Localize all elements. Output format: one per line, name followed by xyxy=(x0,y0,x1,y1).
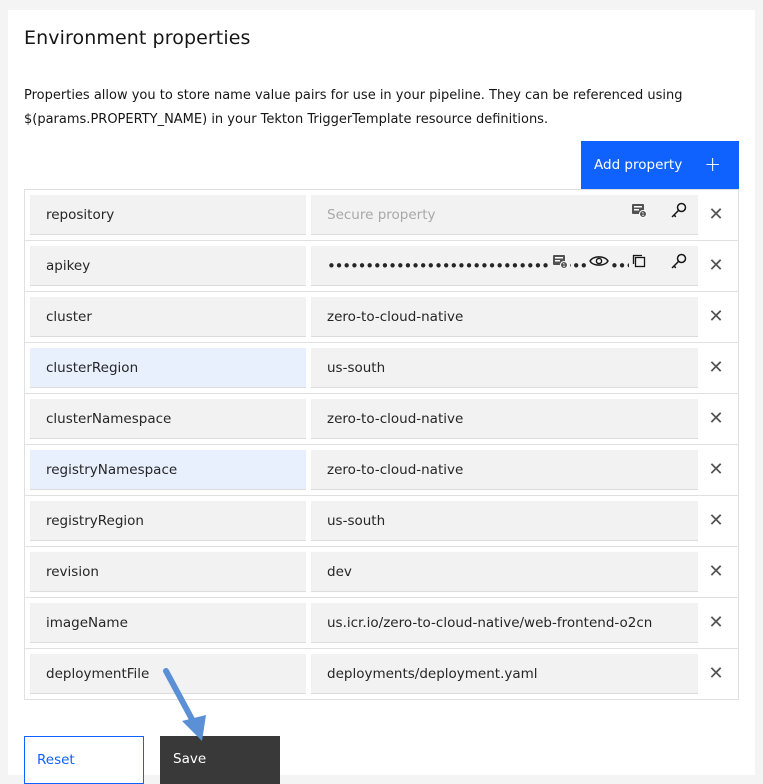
property-row: imageName us.icr.io/zero-to-cloud-native/… xyxy=(25,598,738,649)
property-name-field[interactable]: registryNamespace xyxy=(30,450,306,490)
remove-property-icon[interactable]: ✕ xyxy=(705,255,727,277)
reset-button[interactable]: Reset xyxy=(24,736,144,784)
copy-icon[interactable] xyxy=(629,251,649,271)
property-value-field[interactable]: zero-to-cloud-native xyxy=(311,297,698,337)
property-value-field[interactable]: us.icr.io/zero-to-cloud-native/web-front… xyxy=(311,603,698,643)
remove-property-icon[interactable]: ✕ xyxy=(705,510,727,532)
remove-property-icon[interactable]: ✕ xyxy=(705,408,727,430)
svg-text:1: 1 xyxy=(562,263,565,269)
property-name-field[interactable]: clusterRegion xyxy=(30,348,306,388)
remove-property-icon[interactable]: ✕ xyxy=(705,663,727,685)
properties-table: repository Secure property 1 ✕ apikey •••••••… xyxy=(24,189,739,700)
property-row: clusterRegion us-south ✕ xyxy=(25,343,738,394)
add-property-label: Add property xyxy=(594,157,683,173)
environment-properties-panel: Environment properties Properties allow … xyxy=(8,10,755,784)
property-row: registryNamespace zero-to-cloud-native ✕ xyxy=(25,445,738,496)
property-row: revision dev ✕ xyxy=(25,547,738,598)
annotation-arrow-icon xyxy=(163,668,206,741)
property-row: clusterNamespace zero-to-cloud-native ✕ xyxy=(25,394,738,445)
property-value-field[interactable]: dev xyxy=(311,552,698,592)
property-name-field[interactable]: apikey xyxy=(30,246,306,286)
add-property-button[interactable]: Add property + xyxy=(581,141,739,189)
property-name-field[interactable]: cluster xyxy=(30,297,306,337)
eye-icon[interactable] xyxy=(589,251,609,271)
remove-property-icon[interactable]: ✕ xyxy=(705,204,727,226)
property-row: cluster zero-to-cloud-native ✕ xyxy=(25,292,738,343)
property-row: deploymentFile deployments/deployment.yam… xyxy=(25,649,738,700)
secrets-picker-icon[interactable]: 1 xyxy=(550,251,570,271)
property-name-field[interactable]: registryRegion xyxy=(30,501,306,541)
property-value-field[interactable]: deployments/deployment.yaml xyxy=(311,654,698,694)
plus-icon: + xyxy=(704,152,721,176)
property-value-field[interactable]: zero-to-cloud-native xyxy=(311,399,698,439)
remove-property-icon[interactable]: ✕ xyxy=(705,306,727,328)
key-icon[interactable] xyxy=(669,200,689,220)
remove-property-icon[interactable]: ✕ xyxy=(705,459,727,481)
page-description: Properties allow you to store name value… xyxy=(24,88,683,127)
property-name-field[interactable]: clusterNamespace xyxy=(30,399,306,439)
svg-text:1: 1 xyxy=(641,212,644,218)
property-row: apikey ••••••••••••••••••••••••••••••••••… xyxy=(25,241,738,292)
property-value-field[interactable]: us-south xyxy=(311,348,698,388)
property-value-field[interactable]: us-south xyxy=(311,501,698,541)
property-row: registryRegion us-south ✕ xyxy=(25,496,738,547)
key-icon[interactable] xyxy=(669,251,689,271)
property-name-field[interactable]: repository xyxy=(30,195,306,235)
property-name-field[interactable]: revision xyxy=(30,552,306,592)
remove-property-icon[interactable]: ✕ xyxy=(705,561,727,583)
remove-property-icon[interactable]: ✕ xyxy=(705,357,727,379)
page-title: Environment properties xyxy=(24,27,251,49)
property-value-field[interactable]: zero-to-cloud-native xyxy=(311,450,698,490)
property-name-field[interactable]: imageName xyxy=(30,603,306,643)
remove-property-icon[interactable]: ✕ xyxy=(705,612,727,634)
property-row: repository Secure property 1 ✕ xyxy=(25,190,738,241)
secrets-picker-icon[interactable]: 1 xyxy=(629,200,649,220)
